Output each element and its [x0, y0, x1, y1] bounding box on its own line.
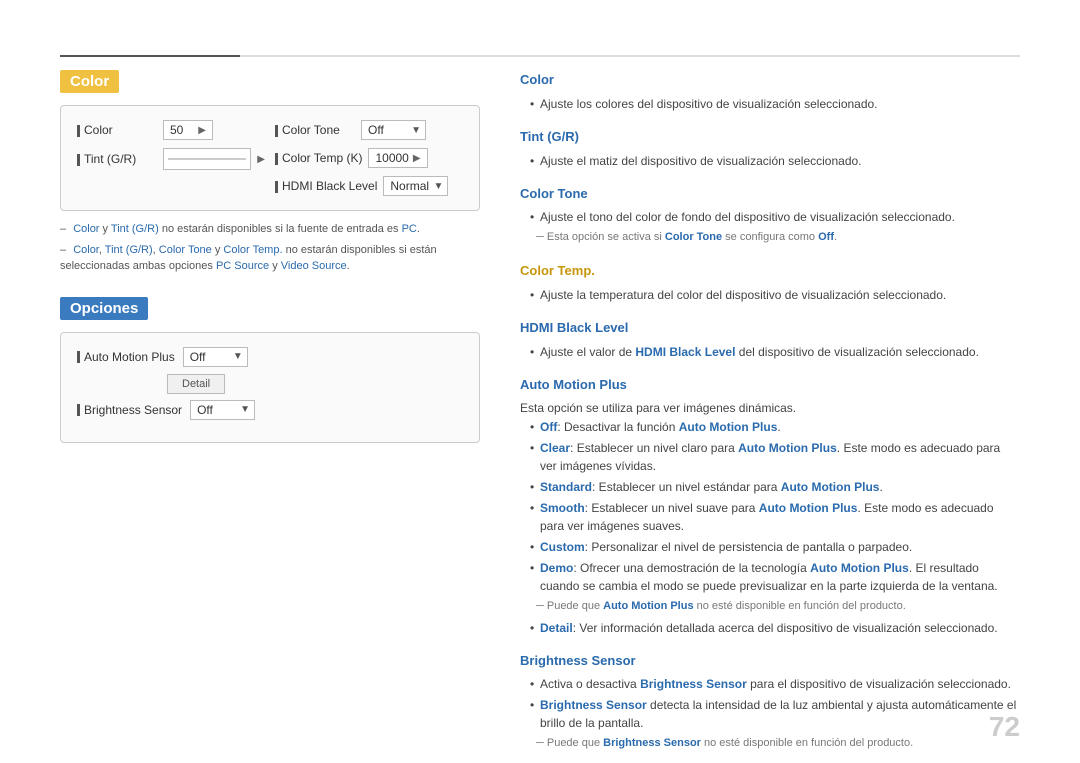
color-temp-arrow: ▶	[413, 153, 421, 164]
right-tint-item-1: Ajuste el matiz del dispositivo de visua…	[530, 152, 1020, 170]
auto-motion-note: Puede que Auto Motion Plus no esté dispo…	[520, 598, 1020, 616]
right-hdmi-list: Ajuste el valor de HDMI Black Level del …	[520, 343, 1020, 361]
right-tint-list: Ajuste el matiz del dispositivo de visua…	[520, 152, 1020, 170]
hdmi-black-label: HDMI Black Level	[275, 179, 377, 193]
brightness-note: Puede que Brightness Sensor no esté disp…	[520, 735, 1020, 753]
right-color-item-1: Ajuste los colores del dispositivo de vi…	[530, 95, 1020, 113]
right-hdmi-title: HDMI Black Level	[520, 318, 1020, 339]
brightness-item-2: Brightness Sensor detecta la intensidad …	[530, 696, 1020, 732]
color-left-settings: Color 50 ▶ Tint (G/R) ▶	[77, 120, 265, 196]
right-color-temp-item-1: Ajuste la temperatura del color del disp…	[530, 286, 1020, 304]
color-label: Color	[77, 123, 157, 137]
tint-row: Tint (G/R) ▶	[77, 148, 265, 170]
right-auto-motion-section: Auto Motion Plus Esta opción se utiliza …	[520, 375, 1020, 637]
color-temp-row: Color Temp (K) 10000 ▶	[275, 148, 463, 168]
top-border	[60, 55, 1020, 57]
auto-motion-item-standard: Standard: Establecer un nivel estándar p…	[530, 478, 1020, 496]
color-right-settings: Color Tone Off ▼ Color Temp (K) 10000	[275, 120, 463, 196]
right-color-tone-list: Ajuste el tono del color de fondo del di…	[520, 208, 1020, 226]
color-section: Color Color 50 ▶	[60, 70, 480, 275]
auto-motion-item-off: Off: Desactivar la función Auto Motion P…	[530, 418, 1020, 436]
brightness-sensor-select[interactable]: Off ▼	[190, 400, 255, 420]
right-color-title: Color	[520, 70, 1020, 91]
color-tone-note: Esta opción se activa si Color Tone se c…	[520, 229, 1020, 247]
right-tint-title: Tint (G/R)	[520, 127, 1020, 148]
color-tone-label: Color Tone	[275, 123, 355, 137]
color-footnotes: – Color y Tint (G/R) no estarán disponib…	[60, 221, 480, 275]
right-auto-motion-title: Auto Motion Plus	[520, 375, 1020, 396]
auto-motion-row: Auto Motion Plus Off ▼	[77, 347, 463, 367]
right-color-temp-section: Color Temp. Ajuste la temperatura del co…	[520, 261, 1020, 304]
page-number: 72	[989, 711, 1020, 743]
auto-motion-label: Auto Motion Plus	[77, 350, 175, 364]
color-tone-select[interactable]: Off ▼	[361, 120, 426, 140]
auto-motion-item-smooth: Smooth: Establecer un nivel suave para A…	[530, 499, 1020, 535]
color-section-title: Color	[60, 70, 119, 93]
color-settings-grid: Color 50 ▶ Tint (G/R) ▶	[77, 120, 463, 196]
auto-motion-item-detail: Detail: Ver información detallada acerca…	[530, 619, 1020, 637]
auto-motion-item-custom: Custom: Personalizar el nivel de persist…	[530, 538, 1020, 556]
right-column: Color Ajuste los colores del dispositivo…	[520, 70, 1020, 723]
slider-track	[168, 158, 246, 160]
right-auto-motion-detail-list: Detail: Ver información detallada acerca…	[520, 619, 1020, 637]
hdmi-black-row: HDMI Black Level Normal ▼	[275, 176, 463, 196]
auto-motion-arrow: ▼	[233, 351, 243, 362]
hdmi-black-select[interactable]: Normal ▼	[383, 176, 448, 196]
color-settings-box: Color 50 ▶ Tint (G/R) ▶	[60, 105, 480, 211]
tint-label: Tint (G/R)	[77, 152, 157, 166]
right-hdmi-item-1: Ajuste el valor de HDMI Black Level del …	[530, 343, 1020, 361]
brightness-sensor-arrow: ▼	[240, 404, 250, 415]
color-temp-value[interactable]: 10000 ▶	[368, 148, 427, 168]
right-color-list: Ajuste los colores del dispositivo de vi…	[520, 95, 1020, 113]
brightness-item-1: Activa o desactiva Brightness Sensor par…	[530, 675, 1020, 693]
color-right-arrow: ▶	[198, 125, 206, 136]
opciones-section: Opciones Auto Motion Plus Off ▼ Detail B…	[60, 297, 480, 443]
opciones-box: Auto Motion Plus Off ▼ Detail Brightness…	[60, 332, 480, 443]
tint-slider[interactable]	[163, 148, 251, 170]
right-auto-motion-list: Off: Desactivar la función Auto Motion P…	[520, 418, 1020, 595]
right-brightness-title: Brightness Sensor	[520, 651, 1020, 672]
auto-motion-select[interactable]: Off ▼	[183, 347, 248, 367]
color-tone-arrow: ▼	[411, 125, 421, 136]
right-brightness-list: Activa o desactiva Brightness Sensor par…	[520, 675, 1020, 732]
color-value-box[interactable]: 50 ▶	[163, 120, 213, 140]
detail-button[interactable]: Detail	[167, 374, 225, 394]
left-column: Color Color 50 ▶	[60, 70, 480, 723]
brightness-sensor-label: Brightness Sensor	[77, 403, 182, 417]
auto-motion-item-demo: Demo: Ofrecer una demostración de la tec…	[530, 559, 1020, 595]
auto-motion-item-clear: Clear: Establecer un nivel claro para Au…	[530, 439, 1020, 475]
right-auto-motion-intro: Esta opción se utiliza para ver imágenes…	[520, 399, 1020, 418]
color-row: Color 50 ▶	[77, 120, 265, 140]
footnote-2: – Color, Tint (G/R), Color Tone y Color …	[60, 242, 480, 275]
hdmi-black-arrow: ▼	[433, 181, 443, 192]
right-color-section: Color Ajuste los colores del dispositivo…	[520, 70, 1020, 113]
tint-right-arrow: ▶	[257, 154, 265, 165]
brightness-sensor-row: Brightness Sensor Off ▼	[77, 400, 463, 420]
right-color-temp-title: Color Temp.	[520, 261, 1020, 282]
page-content: Color Color 50 ▶	[60, 70, 1020, 723]
color-temp-label: Color Temp (K)	[275, 151, 362, 165]
right-color-tone-item-1: Ajuste el tono del color de fondo del di…	[530, 208, 1020, 226]
right-color-temp-list: Ajuste la temperatura del color del disp…	[520, 286, 1020, 304]
right-hdmi-section: HDMI Black Level Ajuste el valor de HDMI…	[520, 318, 1020, 361]
right-brightness-section: Brightness Sensor Activa o desactiva Bri…	[520, 651, 1020, 753]
opciones-section-title: Opciones	[60, 297, 148, 320]
color-tone-row: Color Tone Off ▼	[275, 120, 463, 140]
right-color-tone-section: Color Tone Ajuste el tono del color de f…	[520, 184, 1020, 247]
right-color-tone-title: Color Tone	[520, 184, 1020, 205]
footnote-1: – Color y Tint (G/R) no estarán disponib…	[60, 221, 480, 238]
right-tint-section: Tint (G/R) Ajuste el matiz del dispositi…	[520, 127, 1020, 170]
